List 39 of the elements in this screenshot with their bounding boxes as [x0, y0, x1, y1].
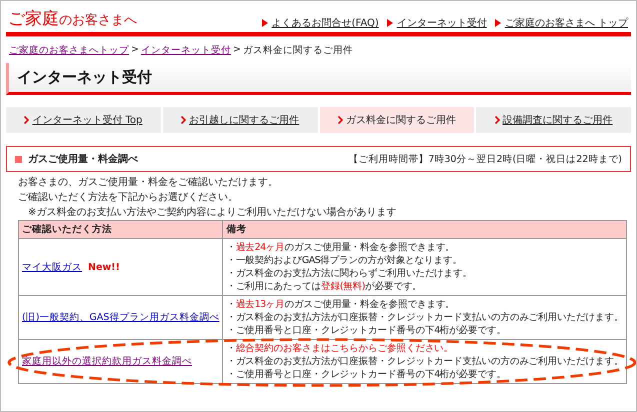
note-text: ・ご使用番号と口座・クレジットカード番号の下4桁が必要です。: [226, 324, 507, 337]
page-title: インターネット受付: [6, 63, 631, 95]
column-header: ご確認いただく方法: [18, 220, 223, 238]
note-text: ・過去24ヶ月 のガスご使用量・料金を参照できます。: [226, 241, 456, 254]
tab[interactable]: ガス料金に関するご用件: [320, 107, 474, 133]
breadcrumb-separator: >: [232, 44, 241, 57]
chevron-icon: [338, 116, 343, 124]
arrow-icon: [262, 19, 268, 27]
tab[interactable]: 設備調査に関するご用件: [476, 107, 631, 133]
section-title: ガスご使用量・料金調べ: [28, 152, 139, 166]
chevron-icon: [181, 116, 186, 124]
new-label: New!!: [88, 262, 120, 272]
note-text: ・ご利用にあたっては登録(無料)が必要です。: [226, 280, 423, 293]
note-text: ・ガス料金のお支払方法が口座振替・クレジットカード支払いの方のみご利用いただけます。: [226, 355, 624, 368]
header-link[interactable]: インターネット受付: [386, 16, 487, 30]
note-text: ・一般契約およびGAS得プランの方が対象となります。: [226, 254, 463, 267]
chevron-icon: [24, 116, 30, 124]
breadcrumb-current: ガス料金に関するご用件: [242, 44, 353, 57]
chevron-icon: [494, 116, 500, 124]
tab[interactable]: お引越しに関するご用件: [162, 107, 318, 133]
tab[interactable]: インターネット受付 Top: [6, 107, 161, 133]
note-text: ・ガス料金のお支払方法が口座振替・クレジットカード支払いの方のみご利用いただけます。: [226, 311, 624, 324]
site-logo[interactable]: ご家庭のお客さまへ: [8, 7, 137, 30]
arrow-icon: [386, 19, 393, 27]
note-text: ・ガス料金のお支払方法に関わらずご利用いただけます。: [226, 267, 474, 280]
note-text: ・過去13ヶ月 のガスご使用量・料金を参照できます。: [226, 298, 456, 311]
method-link[interactable]: マイ大阪ガス: [22, 262, 82, 272]
note-text: ・ご使用番号と口座・クレジットカード番号の下4桁が必要です。: [226, 368, 507, 381]
intro-text: お客さまの、ガスご使用量・料金をご確認いただけます。: [18, 176, 279, 190]
note-text: ・総合契約のお客さまはこちらからご参照ください。: [226, 342, 454, 355]
breadcrumb-link[interactable]: ご家庭のお客さまへトップ: [9, 44, 129, 57]
intro-text: ご確認いただく方法を下記からお選びください。: [18, 190, 239, 205]
service-hours: 【ご利用時間帯】7時30分～翌日2時(日曜・祝日は22時まで): [348, 152, 622, 166]
arrow-icon: [494, 19, 501, 27]
notice-text: ※ガス料金のお支払い方法やご契約内容によりご利用いただけない場合があります: [27, 206, 398, 220]
breadcrumb-separator: >: [131, 44, 139, 57]
breadcrumb-link[interactable]: インターネット受付: [140, 44, 231, 57]
square-icon: [15, 156, 22, 162]
column-header: 備考: [222, 220, 627, 238]
